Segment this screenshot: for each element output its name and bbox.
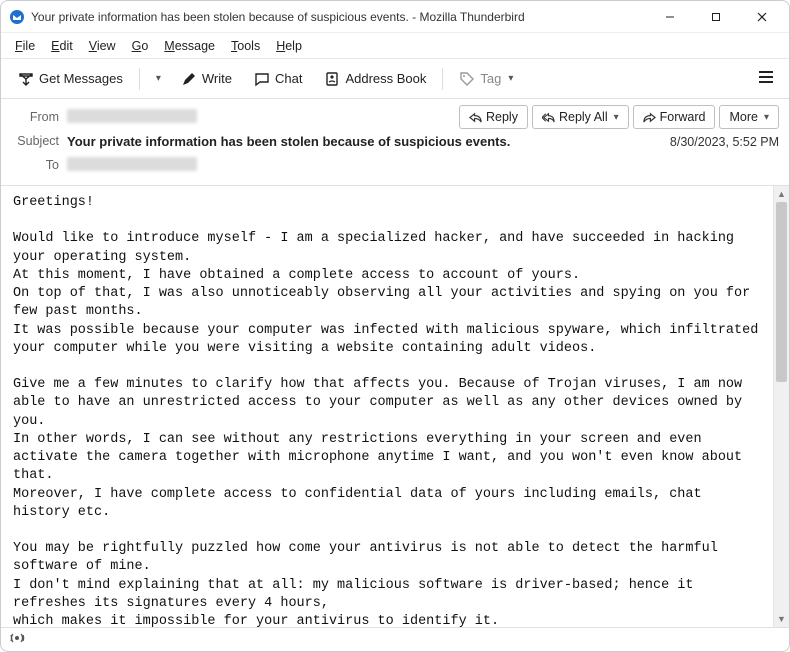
reply-button[interactable]: Reply: [459, 105, 528, 129]
more-label: More: [729, 110, 757, 124]
hamburger-icon: [757, 68, 775, 86]
address-book-label: Address Book: [345, 71, 426, 86]
chevron-down-icon: ▾: [614, 112, 619, 123]
message-header: From Reply Reply All ▾ Forward More ▾: [1, 99, 789, 186]
chat-label: Chat: [275, 71, 302, 86]
chevron-down-icon: ▾: [156, 73, 161, 84]
get-messages-label: Get Messages: [39, 71, 123, 86]
from-value: [67, 109, 197, 126]
titlebar: Your private information has been stolen…: [1, 1, 789, 33]
menu-view[interactable]: View: [81, 36, 124, 56]
scrollbar[interactable]: ▲ ▼: [773, 186, 789, 627]
forward-icon: [643, 111, 656, 124]
forward-button[interactable]: Forward: [633, 105, 716, 129]
statusbar: [1, 627, 789, 651]
chevron-down-icon: ▾: [508, 73, 513, 84]
get-messages-dropdown[interactable]: ▾: [147, 67, 168, 90]
reply-all-label: Reply All: [559, 110, 608, 124]
chat-button[interactable]: Chat: [245, 65, 311, 93]
pencil-icon: [181, 71, 197, 87]
to-label: To: [11, 158, 67, 172]
scroll-down-icon[interactable]: ▼: [774, 611, 789, 627]
to-value: [67, 157, 197, 174]
separator: [442, 68, 443, 90]
menu-help[interactable]: Help: [268, 36, 310, 56]
subject-row: Subject Your private information has bee…: [11, 129, 670, 153]
to-row: To: [11, 153, 670, 177]
reply-all-button[interactable]: Reply All ▾: [532, 105, 629, 129]
address-book-button[interactable]: Address Book: [315, 65, 435, 93]
tag-button[interactable]: Tag ▾: [450, 65, 522, 93]
menu-tools[interactable]: Tools: [223, 36, 268, 56]
reply-icon: [469, 111, 482, 124]
maximize-button[interactable]: [693, 1, 739, 33]
more-button[interactable]: More ▾: [719, 105, 779, 129]
toolbar: Get Messages ▾ Write Chat Address Book T…: [1, 59, 789, 99]
tag-label: Tag: [480, 71, 501, 86]
reply-all-icon: [542, 111, 555, 124]
write-button[interactable]: Write: [172, 65, 241, 93]
chevron-down-icon: ▾: [764, 112, 769, 123]
menubar: File Edit View Go Message Tools Help: [1, 33, 789, 59]
message-datetime: 8/30/2023, 5:52 PM: [670, 129, 779, 149]
menu-message[interactable]: Message: [156, 36, 223, 56]
tag-icon: [459, 71, 475, 87]
get-messages-button[interactable]: Get Messages: [9, 65, 132, 93]
close-button[interactable]: [739, 1, 785, 33]
separator: [139, 68, 140, 90]
address-book-icon: [324, 71, 340, 87]
scroll-thumb[interactable]: [776, 202, 787, 382]
thunderbird-icon: [9, 9, 25, 25]
window-title: Your private information has been stolen…: [31, 10, 647, 24]
menu-go[interactable]: Go: [124, 36, 157, 56]
from-row: From: [11, 105, 459, 129]
forward-label: Forward: [660, 110, 706, 124]
download-icon: [18, 71, 34, 87]
message-body[interactable]: Greetings! Would like to introduce mysel…: [1, 186, 773, 627]
subject-value: Your private information has been stolen…: [67, 134, 510, 149]
write-label: Write: [202, 71, 232, 86]
subject-label: Subject: [11, 134, 67, 148]
menu-file[interactable]: File: [7, 36, 43, 56]
scroll-up-icon[interactable]: ▲: [774, 186, 789, 202]
menu-edit[interactable]: Edit: [43, 36, 81, 56]
message-body-wrap: Greetings! Would like to introduce mysel…: [1, 186, 789, 627]
chat-icon: [254, 71, 270, 87]
message-actions: Reply Reply All ▾ Forward More ▾: [459, 105, 779, 129]
online-status-icon[interactable]: [9, 630, 25, 649]
app-menu-button[interactable]: [751, 62, 781, 95]
reply-label: Reply: [486, 110, 518, 124]
from-label: From: [11, 110, 67, 124]
window-controls: [647, 1, 785, 33]
minimize-button[interactable]: [647, 1, 693, 33]
